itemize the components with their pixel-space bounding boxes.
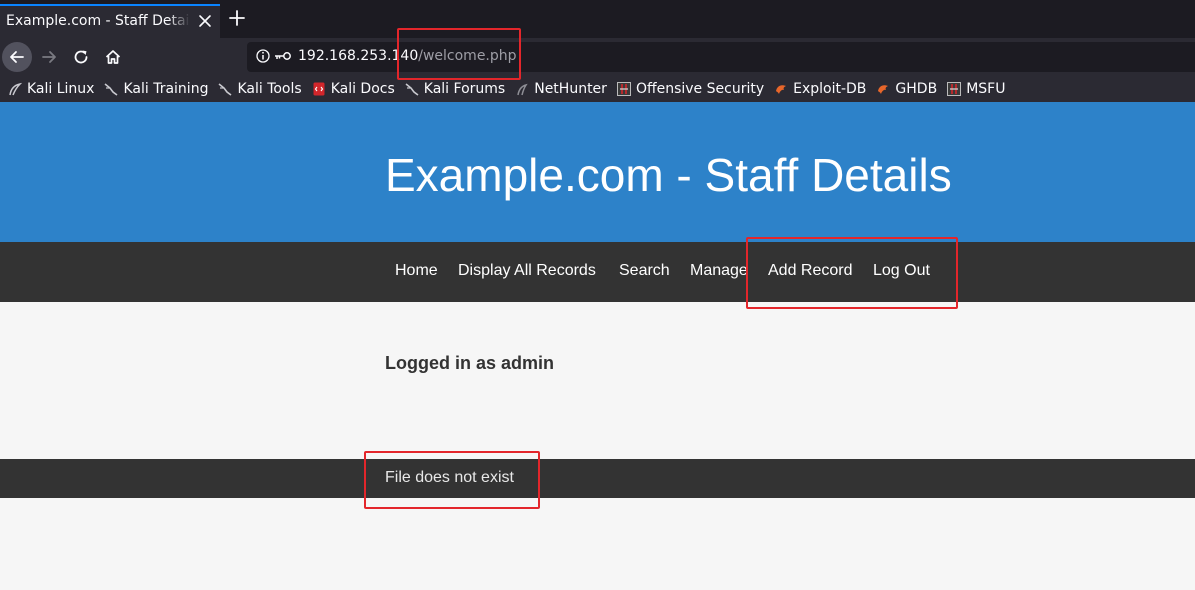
bookmarks-toolbar: Kali Linux Kali Training Kali Tools Kali… bbox=[0, 76, 1195, 102]
arrow-right-icon bbox=[42, 51, 56, 63]
address-bar[interactable]: 192.168.253.140/welcome.php bbox=[247, 42, 1195, 72]
bookmark-label: Kali Tools bbox=[237, 81, 302, 97]
bookmark-nethunter[interactable]: NetHunter bbox=[515, 81, 607, 97]
bookmark-label: MSFU bbox=[966, 81, 1006, 97]
plus-icon[interactable] bbox=[228, 9, 246, 27]
offsec-icon bbox=[616, 82, 631, 96]
url-path: /welcome.php bbox=[418, 48, 517, 64]
main-content: Logged in as admin bbox=[0, 302, 1195, 459]
nav-add-record[interactable]: Add Record bbox=[768, 262, 853, 280]
forward-button[interactable] bbox=[34, 42, 64, 72]
bookmark-label: Offensive Security bbox=[635, 81, 765, 97]
site-navigation: Home Display All Records Search Manage A… bbox=[0, 242, 1195, 302]
kali-dragon-icon bbox=[218, 83, 232, 96]
bookmark-label: GHDB bbox=[895, 81, 938, 97]
bookmark-ghdb[interactable]: GHDB bbox=[876, 81, 937, 97]
bookmark-exploit-db[interactable]: Exploit-DB bbox=[774, 81, 866, 97]
back-button[interactable] bbox=[2, 42, 32, 72]
kali-dragon-icon bbox=[405, 83, 419, 96]
bookmark-kali-docs[interactable]: Kali Docs bbox=[312, 81, 395, 97]
bookmark-kali-tools[interactable]: Kali Tools bbox=[218, 81, 302, 97]
info-icon[interactable] bbox=[256, 49, 270, 63]
nav-home[interactable]: Home bbox=[395, 262, 438, 280]
bookmark-kali-forums[interactable]: Kali Forums bbox=[405, 81, 505, 97]
error-message: File does not exist bbox=[385, 469, 514, 486]
exploitdb-icon bbox=[776, 85, 787, 94]
nav-manage[interactable]: Manage bbox=[690, 262, 748, 280]
nav-search[interactable]: Search bbox=[619, 262, 670, 280]
url-host: 192.168.253.140 bbox=[298, 48, 419, 64]
bookmark-offensive-security[interactable]: Offensive Security bbox=[616, 81, 765, 97]
arrow-left-icon bbox=[10, 51, 24, 63]
tab-title: Example.com - Staff Details bbox=[6, 13, 190, 29]
reload-icon bbox=[74, 50, 88, 64]
message-bar: File does not exist bbox=[0, 459, 1195, 498]
site-header: Example.com - Staff Details bbox=[0, 102, 1195, 242]
reload-button[interactable] bbox=[66, 42, 96, 72]
kali-dragon-icon bbox=[104, 83, 118, 96]
page-title: Example.com - Staff Details bbox=[385, 149, 952, 201]
bookmark-label: Kali Forums bbox=[423, 81, 506, 97]
kali-dragon-icon bbox=[9, 82, 22, 96]
nav-log-out[interactable]: Log Out bbox=[873, 262, 930, 280]
close-icon[interactable] bbox=[196, 12, 214, 30]
nav-display-all-records[interactable]: Display All Records bbox=[458, 262, 596, 280]
key-icon[interactable] bbox=[274, 51, 292, 61]
bookmark-label: Kali Training bbox=[123, 81, 209, 97]
page-footer-area bbox=[0, 498, 1195, 590]
browser-tab-strip: Example.com - Staff Details bbox=[0, 0, 1195, 38]
offsec-icon bbox=[947, 82, 962, 96]
bookmark-label: Kali Docs bbox=[330, 81, 395, 97]
bookmark-label: Exploit-DB bbox=[793, 81, 867, 97]
ghdb-icon bbox=[878, 85, 889, 94]
home-icon bbox=[105, 50, 121, 64]
bookmark-msfu[interactable]: MSFU bbox=[947, 81, 1005, 97]
bookmark-kali-training[interactable]: Kali Training bbox=[104, 81, 208, 97]
url-text: 192.168.253.140/welcome.php bbox=[298, 48, 517, 64]
browser-tab[interactable]: Example.com - Staff Details bbox=[0, 4, 220, 38]
home-button[interactable] bbox=[98, 42, 128, 72]
kali-docs-icon bbox=[313, 82, 325, 96]
bookmark-kali-linux[interactable]: Kali Linux bbox=[8, 81, 94, 97]
kali-dragon-icon bbox=[517, 83, 528, 96]
bookmark-label: NetHunter bbox=[534, 81, 607, 97]
logged-in-status: Logged in as admin bbox=[385, 353, 555, 373]
bookmark-label: Kali Linux bbox=[27, 81, 95, 97]
